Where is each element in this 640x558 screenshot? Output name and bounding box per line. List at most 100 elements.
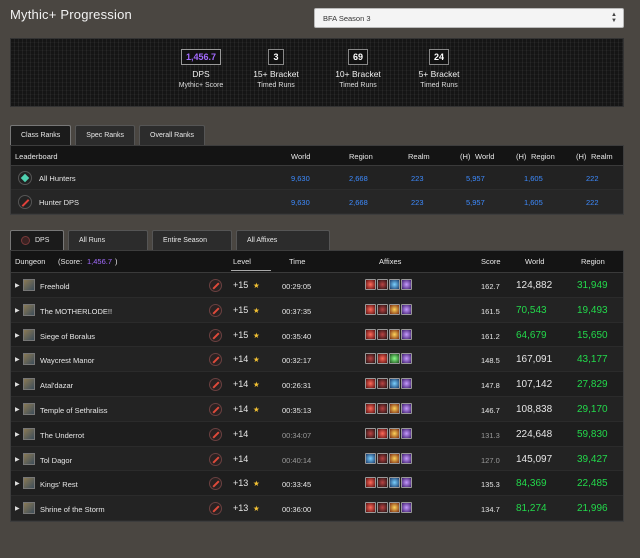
- row-realm[interactable]: 223: [411, 198, 424, 207]
- expand-caret-icon[interactable]: ▶: [15, 307, 20, 314]
- affix-purple-icon[interactable]: [401, 452, 412, 464]
- dungeon-region-rank[interactable]: 19,493: [577, 305, 608, 316]
- affix-fire-icon[interactable]: [389, 502, 400, 514]
- dungeon-name[interactable]: Shrine of the Storm: [40, 505, 105, 514]
- dungeon-world-rank[interactable]: 145,097: [516, 454, 552, 465]
- affix-dark-icon[interactable]: [377, 279, 388, 290]
- dungeon-name[interactable]: Atal'dazar: [40, 381, 73, 390]
- leaderboard-row[interactable]: Hunter DPS 9,630 2,668 223 5,957 1,605 2…: [11, 190, 623, 214]
- tab-entire-season[interactable]: Entire Season: [152, 230, 232, 250]
- expand-caret-icon[interactable]: ▶: [15, 505, 20, 512]
- expand-caret-icon[interactable]: ▶: [15, 282, 20, 289]
- row-realm[interactable]: 223: [411, 174, 424, 183]
- affix-fire-icon[interactable]: [389, 303, 400, 315]
- expand-caret-icon[interactable]: ▶: [15, 332, 20, 339]
- affix-dark-icon[interactable]: [377, 502, 388, 514]
- affix-fire-icon[interactable]: [389, 427, 400, 439]
- dungeon-row[interactable]: ▶ Freehold +15 ★ 00:29:05 162.7 124,882 31,949: [11, 273, 623, 298]
- col-world[interactable]: World: [525, 257, 544, 266]
- dungeon-world-rank[interactable]: 108,838: [516, 404, 552, 415]
- col-time[interactable]: Time: [289, 257, 305, 266]
- affix-purple-icon[interactable]: [401, 477, 412, 489]
- affix-red-icon[interactable]: [377, 353, 388, 365]
- dungeon-row[interactable]: ▶ Tol Dagor +14 00:40:14 127.0 145,097 39,427: [11, 446, 623, 472]
- affix-green-icon[interactable]: [389, 353, 400, 365]
- affix-purple-icon[interactable]: [401, 378, 412, 390]
- affix-fire-icon[interactable]: [389, 328, 400, 340]
- tab-spec-ranks[interactable]: Spec Ranks: [75, 125, 136, 145]
- dungeon-region-rank[interactable]: 21,996: [577, 503, 608, 514]
- affix-red-icon[interactable]: [365, 477, 376, 489]
- row-world[interactable]: 9,630: [291, 174, 310, 183]
- dungeon-world-rank[interactable]: 107,142: [516, 379, 552, 390]
- affix-purple-icon[interactable]: [401, 328, 412, 340]
- expand-caret-icon[interactable]: ▶: [15, 480, 20, 487]
- dungeon-world-rank[interactable]: 167,091: [516, 354, 552, 365]
- dungeon-region-rank[interactable]: 27,829: [577, 379, 608, 390]
- row-region[interactable]: 2,668: [349, 174, 368, 183]
- affix-purple-icon[interactable]: [401, 403, 412, 414]
- dungeon-name[interactable]: Siege of Boralus: [40, 332, 95, 341]
- row-h-realm[interactable]: 222: [586, 174, 599, 183]
- affix-dark-icon[interactable]: [377, 303, 388, 315]
- affix-dark-icon[interactable]: [365, 353, 376, 365]
- affix-blue-icon[interactable]: [389, 378, 400, 390]
- dungeon-region-rank[interactable]: 29,170: [577, 404, 608, 415]
- season-select[interactable]: BFA Season 3 ▲ ▼: [314, 8, 624, 28]
- expand-caret-icon[interactable]: ▶: [15, 456, 20, 463]
- dungeon-region-rank[interactable]: 59,830: [577, 429, 608, 440]
- dungeon-row[interactable]: ▶ Waycrest Manor +14 ★ 00:32:17 148.5 167,091 4…: [11, 347, 623, 373]
- dungeon-row[interactable]: ▶ Siege of Boralus +15 ★ 00:35:40 161.2 64,679…: [11, 323, 623, 348]
- affix-red-icon[interactable]: [365, 502, 376, 514]
- affix-red-icon[interactable]: [365, 328, 376, 340]
- tab-class-ranks[interactable]: Class Ranks: [10, 125, 72, 145]
- dungeon-region-rank[interactable]: 39,427: [577, 454, 608, 465]
- dungeon-region-rank[interactable]: 31,949: [577, 280, 608, 291]
- affix-dark-icon[interactable]: [377, 403, 388, 414]
- affix-red-icon[interactable]: [365, 279, 376, 290]
- col-region[interactable]: Region: [581, 257, 605, 266]
- affix-blue-icon[interactable]: [389, 477, 400, 489]
- dungeon-region-rank[interactable]: 43,177: [577, 354, 608, 365]
- affix-purple-icon[interactable]: [401, 303, 412, 315]
- dungeon-name[interactable]: The Underrot: [40, 431, 84, 440]
- col-level[interactable]: Level: [233, 257, 251, 266]
- affix-red-icon[interactable]: [377, 427, 388, 439]
- col-score[interactable]: Score: [481, 257, 501, 266]
- dungeon-world-rank[interactable]: 64,679: [516, 330, 547, 341]
- affix-red-icon[interactable]: [365, 403, 376, 414]
- tab-overall-ranks[interactable]: Overall Ranks: [139, 125, 206, 145]
- row-h-realm[interactable]: 222: [586, 198, 599, 207]
- dungeon-name[interactable]: Temple of Sethraliss: [40, 406, 108, 415]
- row-h-world[interactable]: 5,957: [466, 174, 485, 183]
- dungeon-row[interactable]: ▶ The Underrot +14 00:34:07 131.3 224,648 59,8…: [11, 422, 623, 447]
- affix-red-icon[interactable]: [365, 303, 376, 315]
- dungeon-region-rank[interactable]: 22,485: [577, 478, 608, 489]
- dungeon-world-rank[interactable]: 224,648: [516, 429, 552, 440]
- expand-caret-icon[interactable]: ▶: [15, 356, 20, 363]
- affix-purple-icon[interactable]: [401, 502, 412, 514]
- tab-all-runs[interactable]: All Runs: [68, 230, 148, 250]
- row-world[interactable]: 9,630: [291, 198, 310, 207]
- dungeon-region-rank[interactable]: 15,650: [577, 330, 608, 341]
- row-h-region[interactable]: 1,605: [524, 198, 543, 207]
- affix-dark-icon[interactable]: [377, 328, 388, 340]
- affix-purple-icon[interactable]: [401, 427, 412, 439]
- expand-caret-icon[interactable]: ▶: [15, 406, 20, 413]
- expand-caret-icon[interactable]: ▶: [15, 381, 20, 388]
- row-h-world[interactable]: 5,957: [466, 198, 485, 207]
- dungeon-row[interactable]: ▶ Atal'dazar +14 ★ 00:26:31 147.8 107,142 27,82…: [11, 372, 623, 397]
- dungeon-row[interactable]: ▶ Shrine of the Storm +13 ★ 00:36:00 134.7 81,…: [11, 496, 623, 521]
- dungeon-row[interactable]: ▶ The MOTHERLODE!! +15 ★ 00:37:35 161.5 70,543…: [11, 297, 623, 323]
- dungeon-world-rank[interactable]: 84,369: [516, 478, 547, 489]
- affix-dark-icon[interactable]: [377, 378, 388, 390]
- row-h-region[interactable]: 1,605: [524, 174, 543, 183]
- dungeon-name[interactable]: Tol Dagor: [40, 456, 72, 465]
- affix-purple-icon[interactable]: [401, 279, 412, 290]
- affix-dark-icon[interactable]: [365, 427, 376, 439]
- affix-purple-icon[interactable]: [401, 353, 412, 365]
- dungeon-name[interactable]: Freehold: [40, 282, 70, 291]
- tab-dps[interactable]: DPS: [10, 230, 64, 250]
- expand-caret-icon[interactable]: ▶: [15, 431, 20, 438]
- dungeon-row[interactable]: ▶ Temple of Sethraliss +14 ★ 00:35:13 146.7 10…: [11, 397, 623, 422]
